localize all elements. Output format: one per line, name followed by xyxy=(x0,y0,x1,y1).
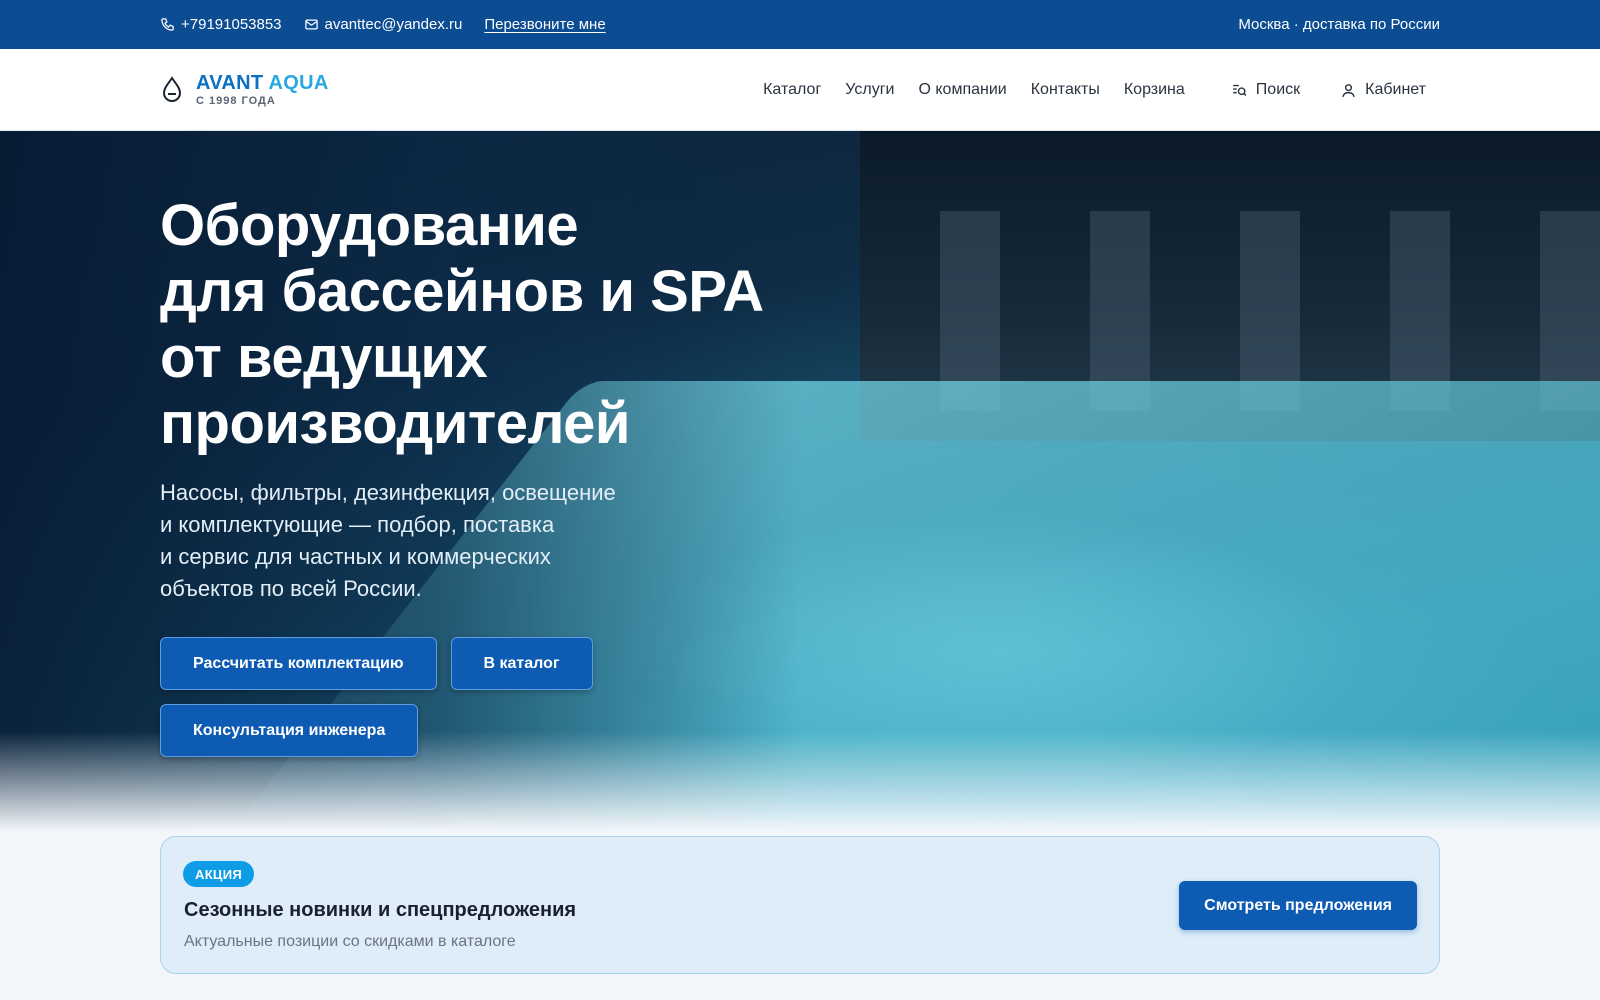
hero-subtitle-line: Насосы, фильтры, дезинфекция, освещение xyxy=(160,480,616,505)
cabinet-label: Кабинет xyxy=(1365,81,1426,98)
logo-name: AVANT AQUA xyxy=(196,72,329,94)
phone-contact[interactable]: +79191053853 xyxy=(160,16,282,33)
hero-subtitle-line: и комплектующие — подбор, поставка xyxy=(160,512,555,537)
hero-section: Оборудование для бассейнов и SPA от веду… xyxy=(0,131,1600,831)
nav-contacts[interactable]: Контакты xyxy=(1031,81,1100,99)
hero-subtitle: Насосы, фильтры, дезинфекция, освещение … xyxy=(160,477,800,605)
logo-name-avant: AVANT xyxy=(196,72,264,94)
search-label: Поиск xyxy=(1255,81,1301,98)
hero-content: Оборудование для бассейнов и SPA от веду… xyxy=(160,193,800,757)
hero-title: Оборудование для бассейнов и SPA от веду… xyxy=(160,193,800,457)
user-icon xyxy=(1342,83,1355,97)
catalog-button[interactable]: В каталог xyxy=(450,637,593,690)
calculate-kit-button[interactable]: Рассчитать комплектацию xyxy=(160,637,437,690)
nav-services[interactable]: Услуги xyxy=(845,81,894,99)
hero-subtitle-line: и сервис для частных и коммерческих xyxy=(160,544,551,569)
hero-title-line: для бассейнов и SPA xyxy=(160,259,764,324)
hero-buttons: Рассчитать комплектацию В каталог Консул… xyxy=(160,637,620,757)
nav-cart[interactable]: Корзина xyxy=(1124,81,1185,99)
search-icon xyxy=(1232,84,1247,96)
logo-name-aqua: AQUA xyxy=(268,72,329,94)
delivery-info: Москва · доставка по России xyxy=(1238,16,1440,33)
promo-subtitle: Актуальные позиции со скидками в каталог… xyxy=(184,933,516,950)
top-contact-bar: +79191053853 avanttec@yandex.ru Перезвон… xyxy=(0,0,1600,49)
engineer-consult-button[interactable]: Консультация инженера xyxy=(160,704,419,757)
hero-title-line: Оборудование xyxy=(160,193,579,258)
email-contact[interactable]: avanttec@yandex.ru xyxy=(304,16,463,33)
water-drop-icon xyxy=(162,76,182,102)
promo-banner: АКЦИЯ Сезонные новинки и спецпредложения… xyxy=(160,836,1440,974)
hero-subtitle-line: объектов по всей России. xyxy=(160,576,422,601)
logo[interactable]: AVANT AQUA С 1998 ГОДА xyxy=(160,72,329,108)
view-offers-button[interactable]: Смотреть предложения xyxy=(1179,881,1417,930)
hero-title-line: от ведущих xyxy=(160,325,488,390)
cabinet-button[interactable]: Кабинет xyxy=(1340,81,1426,99)
main-nav: Каталог Услуги О компании Контакты Корзи… xyxy=(739,81,1440,99)
email-address[interactable]: avanttec@yandex.ru xyxy=(325,16,463,33)
nav-catalog[interactable]: Каталог xyxy=(763,81,821,99)
logo-tagline: С 1998 ГОДА xyxy=(196,95,276,107)
nav-about[interactable]: О компании xyxy=(918,81,1006,99)
promo-badge: АКЦИЯ xyxy=(183,861,255,887)
hero-title-line: производителей xyxy=(160,391,631,456)
phone-icon xyxy=(161,18,174,31)
search-button[interactable]: Поиск xyxy=(1231,81,1300,99)
promo-title: Сезонные новинки и спецпредложения xyxy=(184,899,577,921)
callback-link[interactable]: Перезвоните мне xyxy=(484,16,605,33)
phone-number[interactable]: +79191053853 xyxy=(181,16,282,33)
mail-icon xyxy=(304,19,318,30)
site-header: AVANT AQUA С 1998 ГОДА Каталог Услуги О … xyxy=(0,49,1600,131)
